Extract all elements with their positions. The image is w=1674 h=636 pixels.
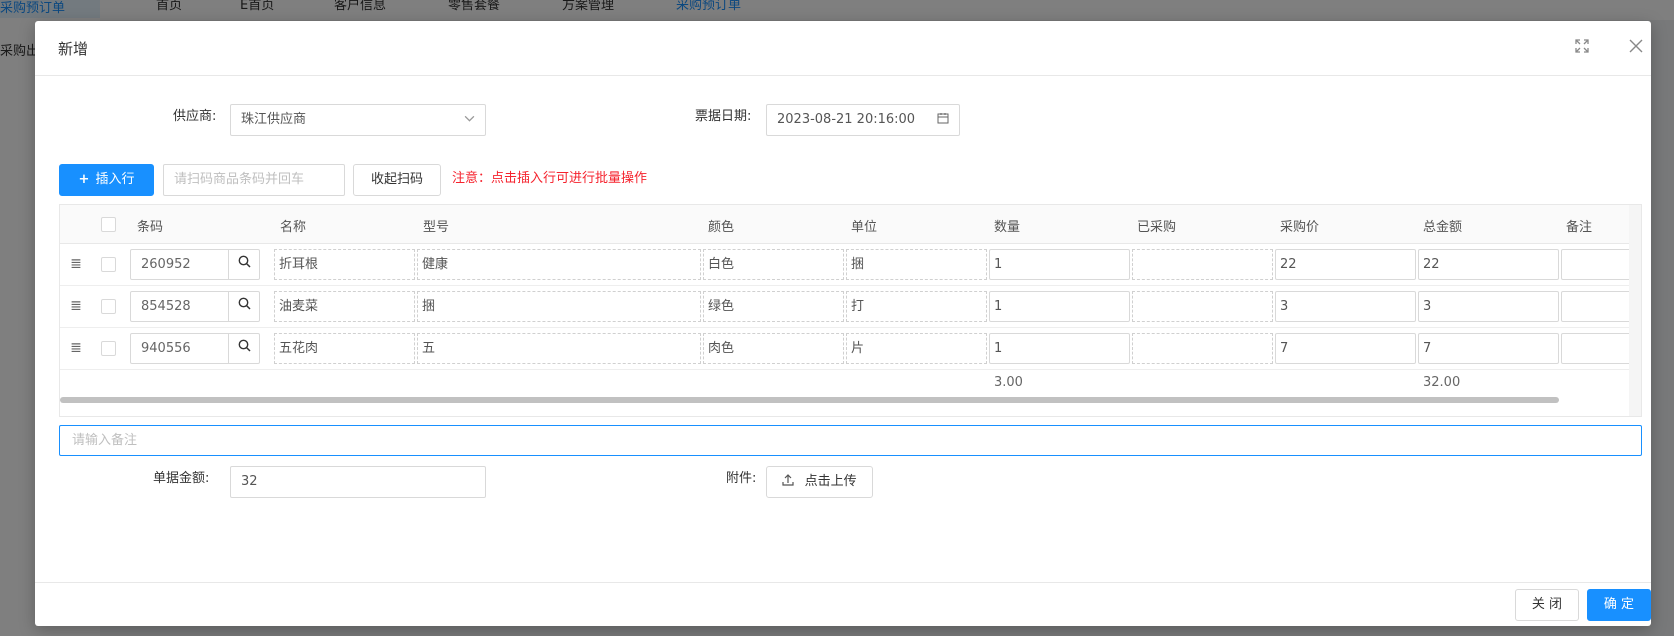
model-cell[interactable]: 健康: [417, 249, 701, 280]
chevron-down-icon: [464, 105, 475, 135]
fullscreen-icon[interactable]: [1571, 37, 1593, 59]
price-input[interactable]: 7: [1275, 333, 1416, 364]
notice-text: 注意：点击插入行可进行批量操作: [452, 171, 648, 186]
color-cell[interactable]: 肉色: [703, 333, 844, 364]
code-value: 260952: [141, 257, 191, 272]
search-icon[interactable]: [228, 334, 259, 363]
remark-input[interactable]: [1561, 249, 1631, 280]
collapse-scan-button[interactable]: 收起扫码: [353, 164, 441, 196]
purchased-cell: [1132, 291, 1273, 322]
modal-footer: 关 闭 确 定: [35, 582, 1651, 626]
amount-input[interactable]: 32: [230, 466, 486, 498]
qty-input[interactable]: 1: [989, 291, 1130, 322]
plus-icon: +: [78, 172, 90, 187]
total-input[interactable]: 3: [1418, 291, 1559, 322]
table-header: 条码 名称 型号 颜色 单位 数量 已采购 采购价 总金额 备注: [60, 205, 1641, 244]
search-icon[interactable]: [228, 250, 259, 279]
scan-input[interactable]: 请扫码商品条码并回车: [163, 164, 345, 196]
code-value: 854528: [141, 299, 191, 314]
th-model: 型号: [423, 220, 450, 235]
horizontal-scrollbar[interactable]: [60, 397, 1559, 403]
price-input[interactable]: 22: [1275, 249, 1416, 280]
qty-input[interactable]: 1: [989, 249, 1130, 280]
name-cell[interactable]: 油麦菜: [274, 291, 415, 322]
purchased-cell: [1132, 249, 1273, 280]
th-total: 总金额: [1423, 220, 1463, 235]
select-all-checkbox[interactable]: [101, 217, 116, 232]
search-icon[interactable]: [228, 292, 259, 321]
supplier-label: 供应商:: [173, 109, 217, 124]
th-name: 名称: [280, 220, 307, 235]
modal-header: 新增: [35, 21, 1651, 76]
upload-icon: [782, 474, 798, 489]
table-row: ≣ 940556 五花肉 五 肉色 片 1 7 7: [60, 328, 1641, 370]
upload-label: 点击上传: [804, 474, 857, 489]
unit-cell[interactable]: 打: [846, 291, 987, 322]
th-purchased: 已采购: [1137, 220, 1177, 235]
summary-row: 3.00 32.00: [60, 369, 1641, 397]
modal-title: 新增: [58, 40, 89, 58]
date-value: 2023-08-21 20:16:00: [777, 112, 916, 127]
vertical-scrollbar[interactable]: [1629, 205, 1641, 416]
qty-input[interactable]: 1: [989, 333, 1130, 364]
total-input[interactable]: 22: [1418, 249, 1559, 280]
th-price: 采购价: [1280, 220, 1320, 235]
code-value: 940556: [141, 341, 191, 356]
th-unit: 单位: [851, 220, 878, 235]
sum-qty: 3.00: [994, 375, 1023, 390]
drag-handle-icon[interactable]: ≣: [68, 256, 84, 272]
code-input[interactable]: 260952: [130, 249, 260, 280]
color-cell[interactable]: 白色: [703, 249, 844, 280]
supplier-value: 珠江供应商: [241, 112, 307, 127]
table-row: ≣ 260952 折耳根 健康 白色 捆 1 22 22: [60, 244, 1641, 286]
drag-handle-icon[interactable]: ≣: [68, 340, 84, 356]
model-cell[interactable]: 五: [417, 333, 701, 364]
attachment-label: 附件:: [726, 471, 757, 486]
model-cell[interactable]: 捆: [417, 291, 701, 322]
name-cell[interactable]: 五花肉: [274, 333, 415, 364]
name-cell[interactable]: 折耳根: [274, 249, 415, 280]
price-input[interactable]: 3: [1275, 291, 1416, 322]
remark-textarea[interactable]: 请输入备注: [59, 425, 1642, 456]
code-input[interactable]: 854528: [130, 291, 260, 322]
drag-handle-icon[interactable]: ≣: [68, 298, 84, 314]
insert-row-label: 插入行: [95, 172, 135, 187]
unit-cell[interactable]: 捆: [846, 249, 987, 280]
close-icon[interactable]: [1625, 37, 1647, 59]
purchased-cell: [1132, 333, 1273, 364]
table-row: ≣ 854528 油麦菜 捆 绿色 打 1 3 3: [60, 286, 1641, 328]
color-cell[interactable]: 绿色: [703, 291, 844, 322]
close-button[interactable]: 关 闭: [1515, 589, 1579, 621]
remark-input[interactable]: [1561, 333, 1631, 364]
calendar-icon: [937, 105, 949, 135]
th-color: 颜色: [708, 220, 735, 235]
total-input[interactable]: 7: [1418, 333, 1559, 364]
remark-input[interactable]: [1561, 291, 1631, 322]
upload-button[interactable]: 点击上传: [766, 466, 873, 498]
items-table: 条码 名称 型号 颜色 单位 数量 已采购 采购价 总金额 备注 ≣ 26095…: [59, 204, 1642, 417]
date-label: 票据日期:: [695, 109, 752, 124]
date-picker[interactable]: 2023-08-21 20:16:00: [766, 104, 960, 136]
insert-row-button[interactable]: + 插入行: [59, 164, 154, 196]
add-modal: 新增 供应商: 珠江供应商 票据日期: 2023-08-21 20:16:00 …: [35, 21, 1651, 626]
th-qty: 数量: [994, 220, 1021, 235]
th-remark: 备注: [1566, 220, 1593, 235]
code-input[interactable]: 940556: [130, 333, 260, 364]
amount-label: 单据金额:: [153, 471, 210, 486]
unit-cell[interactable]: 片: [846, 333, 987, 364]
row-checkbox[interactable]: [101, 299, 116, 314]
row-checkbox[interactable]: [101, 257, 116, 272]
row-checkbox[interactable]: [101, 341, 116, 356]
confirm-button[interactable]: 确 定: [1587, 589, 1651, 621]
th-code: 条码: [137, 220, 164, 235]
supplier-select[interactable]: 珠江供应商: [230, 104, 486, 136]
sum-total: 32.00: [1423, 375, 1461, 390]
